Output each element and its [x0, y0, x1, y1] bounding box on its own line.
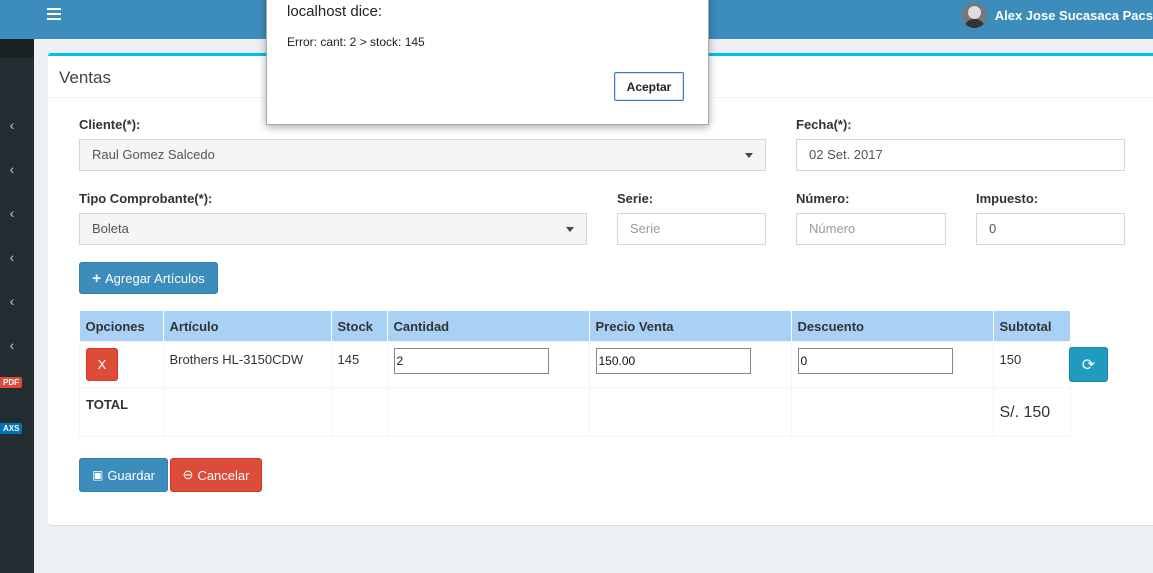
descuento-input[interactable]: 0 [797, 348, 953, 374]
caret-down-icon [566, 227, 574, 232]
tipo-comprobante-select[interactable]: Boleta [79, 213, 587, 245]
col-subtotal: Subtotal [993, 311, 1071, 342]
cell-stock: 145 [330, 341, 388, 388]
tipo-comprobante-label: Tipo Comprobante(*): [79, 191, 213, 206]
save-label: Guardar [107, 467, 156, 483]
table-row: X Brothers HL-3150CDW 145 2 150.00 0 150 [79, 341, 1071, 388]
save-button[interactable]: ▣ Guardar [79, 458, 168, 492]
add-articles-label: Agregar Artículos [105, 270, 205, 286]
tipo-comprobante-value: Boleta [92, 221, 129, 236]
chevron-left-icon[interactable]: ‹ [6, 250, 18, 264]
numero-input[interactable]: Número [796, 213, 946, 245]
delete-row-button[interactable]: X [86, 348, 118, 381]
page-title: Ventas [59, 68, 111, 87]
fecha-value: 02 Set. 2017 [809, 147, 883, 162]
chevron-left-icon[interactable]: ‹ [6, 206, 18, 220]
impuesto-label: Impuesto: [976, 191, 1039, 206]
accept-button[interactable]: Aceptar [614, 72, 684, 101]
col-stock: Stock [331, 311, 388, 342]
cell-subtotal: 150 [992, 341, 1071, 388]
col-cantidad: Cantidad [387, 311, 590, 342]
fecha-input[interactable]: 02 Set. 2017 [796, 139, 1125, 171]
cliente-select[interactable]: Raul Gomez Salcedo [79, 139, 766, 171]
user-menu[interactable]: Alex Jose Sucasaca Pacs [961, 0, 1153, 30]
alert-dialog: × localhost dice: Error: cant: 2 > stock… [266, 0, 709, 125]
impuesto-value: 0 [989, 221, 997, 236]
avatar [961, 2, 987, 28]
cancel-icon: ⊖ [182, 467, 194, 482]
cancel-button[interactable]: ⊖ Cancelar [170, 458, 262, 492]
delete-row-label: X [97, 357, 107, 372]
serie-input[interactable]: Serie [617, 213, 766, 245]
save-icon: ▣ [91, 468, 104, 482]
user-name: Alex Jose Sucasaca Pacs [994, 7, 1153, 23]
numero-placeholder: Número [809, 221, 856, 236]
col-precio-venta: Precio Venta [589, 311, 792, 342]
cliente-value: Raul Gomez Salcedo [92, 147, 215, 162]
col-opciones: Opciones [79, 311, 164, 342]
menu-toggle-icon[interactable] [47, 8, 61, 20]
dialog-title: localhost dice: [287, 3, 383, 20]
cell-articulo: Brothers HL-3150CDW [162, 341, 332, 388]
fecha-label: Fecha(*): [796, 117, 852, 132]
dialog-message: Error: cant: 2 > stock: 145 [287, 35, 425, 49]
pdf-badge[interactable]: PDF [0, 377, 22, 388]
chevron-left-icon[interactable]: ‹ [6, 338, 18, 352]
items-table: Opciones Artículo Stock Cantidad Precio … [79, 311, 1071, 437]
refresh-icon: ⟳ [1081, 356, 1096, 374]
caret-down-icon [745, 153, 753, 158]
axs-badge[interactable]: AXS [0, 423, 23, 434]
chevron-left-icon[interactable]: ‹ [6, 118, 18, 132]
serie-placeholder: Serie [630, 221, 661, 236]
sidebar-header [0, 39, 34, 58]
plus-icon: + [92, 269, 102, 287]
total-value: S/. 150 [992, 387, 1071, 437]
cliente-label: Cliente(*): [79, 117, 141, 132]
add-articles-button[interactable]: + Agregar Artículos [79, 262, 218, 294]
cancel-label: Cancelar [197, 467, 250, 483]
sidebar: ‹ ‹ ‹ ‹ ‹ ‹ PDF AXS [0, 39, 34, 573]
cantidad-input[interactable]: 2 [393, 348, 549, 374]
serie-label: Serie: [617, 191, 654, 206]
total-label: TOTAL [79, 387, 164, 437]
total-row: TOTAL S/. 150 [79, 387, 1071, 437]
refresh-button[interactable]: ⟳ [1069, 347, 1108, 382]
precio-venta-input[interactable]: 150.00 [595, 348, 751, 374]
table-header-row: Opciones Artículo Stock Cantidad Precio … [79, 311, 1071, 342]
col-descuento: Descuento [791, 311, 994, 342]
chevron-left-icon[interactable]: ‹ [6, 162, 18, 176]
chevron-left-icon[interactable]: ‹ [6, 294, 18, 308]
close-icon[interactable]: × [691, 0, 699, 1]
numero-label: Número: [796, 191, 850, 206]
col-articulo: Artículo [163, 311, 332, 342]
impuesto-input[interactable]: 0 [976, 213, 1125, 245]
